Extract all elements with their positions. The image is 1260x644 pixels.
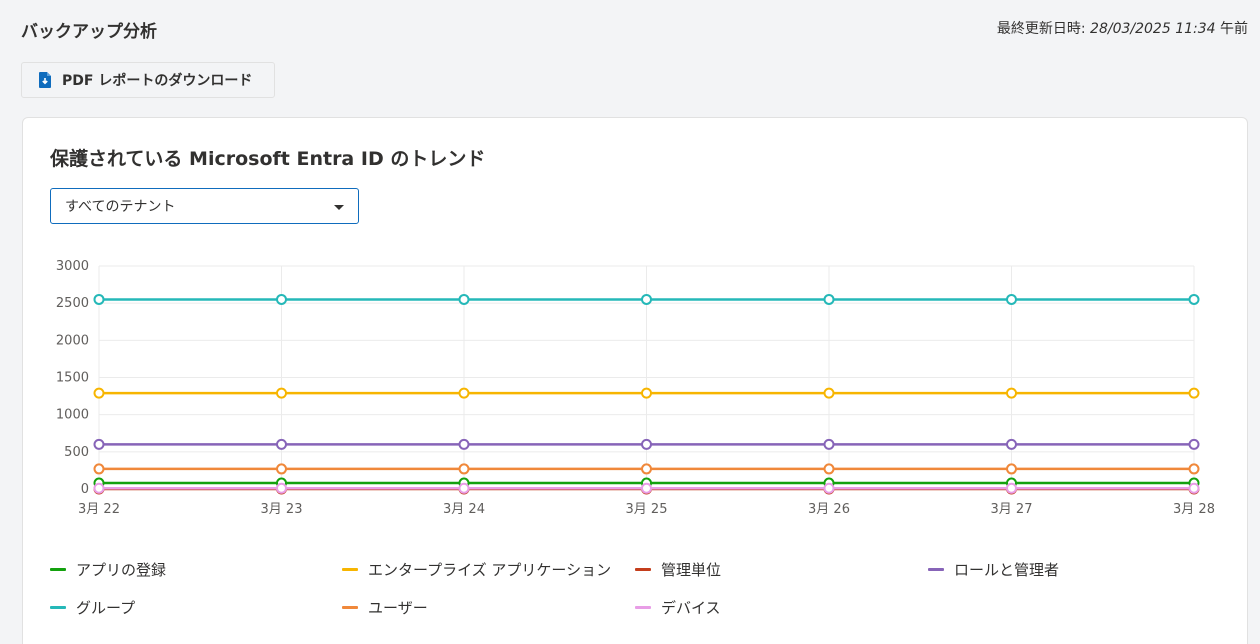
data-point xyxy=(458,482,470,494)
last-updated-timestamp: 28/03/2025 11:34 xyxy=(1090,21,1216,37)
x-tick-label: 3月 26 xyxy=(808,502,850,517)
data-point xyxy=(823,387,835,399)
download-pdf-report-button[interactable]: PDF レポートのダウンロード xyxy=(21,62,275,98)
page-title: バックアップ分析 xyxy=(21,22,157,42)
data-point xyxy=(458,463,470,475)
data-point xyxy=(93,482,105,494)
last-updated: 最終更新日時: 28/03/2025 11:34 午前 xyxy=(997,18,1248,38)
data-point xyxy=(641,482,652,494)
x-tick-label: 3月 28 xyxy=(1173,502,1215,517)
legend-swatch xyxy=(342,606,358,609)
data-point xyxy=(276,387,287,399)
legend-item[interactable]: ロールと管理者 xyxy=(928,559,1059,580)
data-point xyxy=(93,463,105,475)
x-tick-label: 3月 27 xyxy=(991,502,1033,517)
data-point xyxy=(641,438,652,450)
legend-label: 管理単位 xyxy=(661,561,722,579)
legend-item[interactable]: エンタープライズ アプリケーション xyxy=(342,559,611,580)
legend-swatch xyxy=(50,568,66,571)
data-point xyxy=(823,438,835,450)
data-point xyxy=(276,438,287,450)
last-updated-label: 最終更新日時: xyxy=(996,21,1091,37)
data-point xyxy=(1006,438,1017,450)
data-point xyxy=(1188,387,1200,399)
y-tick-label: 0 xyxy=(81,482,89,497)
data-point xyxy=(276,293,287,305)
legend-item[interactable]: 管理単位 xyxy=(635,559,721,580)
legend-label: ロールと管理者 xyxy=(954,561,1060,579)
trend-line-chart: 0 500 1000 1500 2000 2500 3000 3月 22 3月 23 3月 24 3… xyxy=(56,259,1215,517)
x-tick-label: 3月 22 xyxy=(78,502,120,517)
y-tick-label: 2500 xyxy=(56,296,89,311)
y-tick-label: 3000 xyxy=(56,259,89,274)
legend-item[interactable]: グループ xyxy=(50,597,135,618)
legend-swatch xyxy=(928,568,944,571)
legend-label: グループ xyxy=(76,599,136,617)
y-tick-label: 1500 xyxy=(56,371,89,386)
x-tick-label: 3月 25 xyxy=(626,502,668,517)
data-point xyxy=(458,387,470,399)
y-tick-label: 1000 xyxy=(56,408,89,423)
data-point xyxy=(823,482,835,494)
data-point xyxy=(458,293,470,305)
y-tick-label: 2000 xyxy=(56,333,89,348)
legend-label: アプリの登録 xyxy=(76,561,167,579)
data-point xyxy=(1006,482,1017,494)
data-point xyxy=(93,438,105,450)
legend-item[interactable]: ユーザー xyxy=(342,597,428,618)
data-point xyxy=(1188,463,1200,475)
legend-label: エンタープライズ アプリケーション xyxy=(368,561,612,579)
data-point xyxy=(1006,463,1017,475)
data-point xyxy=(823,293,835,305)
legend-swatch xyxy=(50,606,66,609)
file-download-icon xyxy=(38,72,52,88)
data-point xyxy=(641,293,652,305)
data-point xyxy=(641,463,652,475)
legend-item[interactable]: デバイス xyxy=(635,597,721,618)
download-pdf-report-label: PDF レポートのダウンロード xyxy=(62,73,253,89)
y-tick-label: 500 xyxy=(64,445,89,460)
legend-label: ユーザー xyxy=(368,599,428,617)
legend-swatch xyxy=(635,606,651,609)
data-point xyxy=(1006,293,1017,305)
data-point xyxy=(93,293,105,305)
data-point xyxy=(458,438,470,450)
data-point xyxy=(641,387,652,399)
data-point xyxy=(823,463,835,475)
entra-trend-card: 保護されている Microsoft Entra ID のトレンド すべてのテナン… xyxy=(22,117,1248,644)
data-point xyxy=(1006,387,1017,399)
x-tick-label: 3月 23 xyxy=(261,502,303,517)
data-point xyxy=(93,387,105,399)
x-tick-label: 3月 24 xyxy=(443,502,485,517)
legend-item[interactable]: アプリの登録 xyxy=(50,559,166,580)
data-point xyxy=(1188,438,1200,450)
legend-swatch xyxy=(635,568,651,571)
data-point xyxy=(1188,482,1200,494)
legend-label: デバイス xyxy=(661,599,721,617)
legend-swatch xyxy=(342,568,358,571)
last-updated-suffix: 午前 xyxy=(1215,21,1248,37)
data-point xyxy=(276,463,287,475)
data-point xyxy=(276,482,287,494)
data-point xyxy=(1188,293,1200,305)
